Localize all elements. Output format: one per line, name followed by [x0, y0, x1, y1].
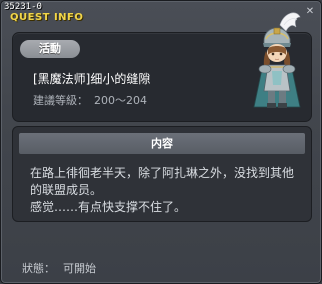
quest-status: 狀態： 可開始 [22, 260, 96, 276]
quest-content-panel: 内容 在路上徘徊老半天，除了阿扎琳之外，没找到其他的联盟成员。 感觉……有点快支… [12, 126, 312, 222]
close-icon[interactable]: ✕ [305, 7, 315, 17]
recommended-level: 建議等級： 200～204 [33, 92, 147, 108]
window-title: QUEST INFO [10, 12, 84, 23]
quest-description: 在路上徘徊老半天，除了阿扎琳之外，没找到其他的联盟成员。 感觉……有点快支撑不住… [30, 165, 298, 216]
quest-name: [黑魔法师]细小的缝隙 [33, 72, 151, 86]
status-label: 狀態： [22, 262, 55, 275]
level-value: 200～204 [94, 94, 147, 107]
quest-id-label: 35231-0 [4, 2, 42, 12]
description-line: 在路上徘徊老半天，除了阿扎琳之外，没找到其他的联盟成员。 [30, 166, 295, 197]
content-header: 内容 [19, 133, 305, 154]
quest-category-badge: 活動 [20, 40, 80, 58]
level-label: 建議等級： [33, 94, 88, 107]
quest-info-window: 35231-0 QUEST INFO ✕ 活動 [黑魔法师]细小的缝隙 建議等級… [0, 0, 322, 284]
status-value: 可開始 [63, 262, 96, 275]
knight-portrait-icon [253, 12, 301, 108]
description-line: 感觉……有点快支撑不住了。 [30, 200, 187, 214]
